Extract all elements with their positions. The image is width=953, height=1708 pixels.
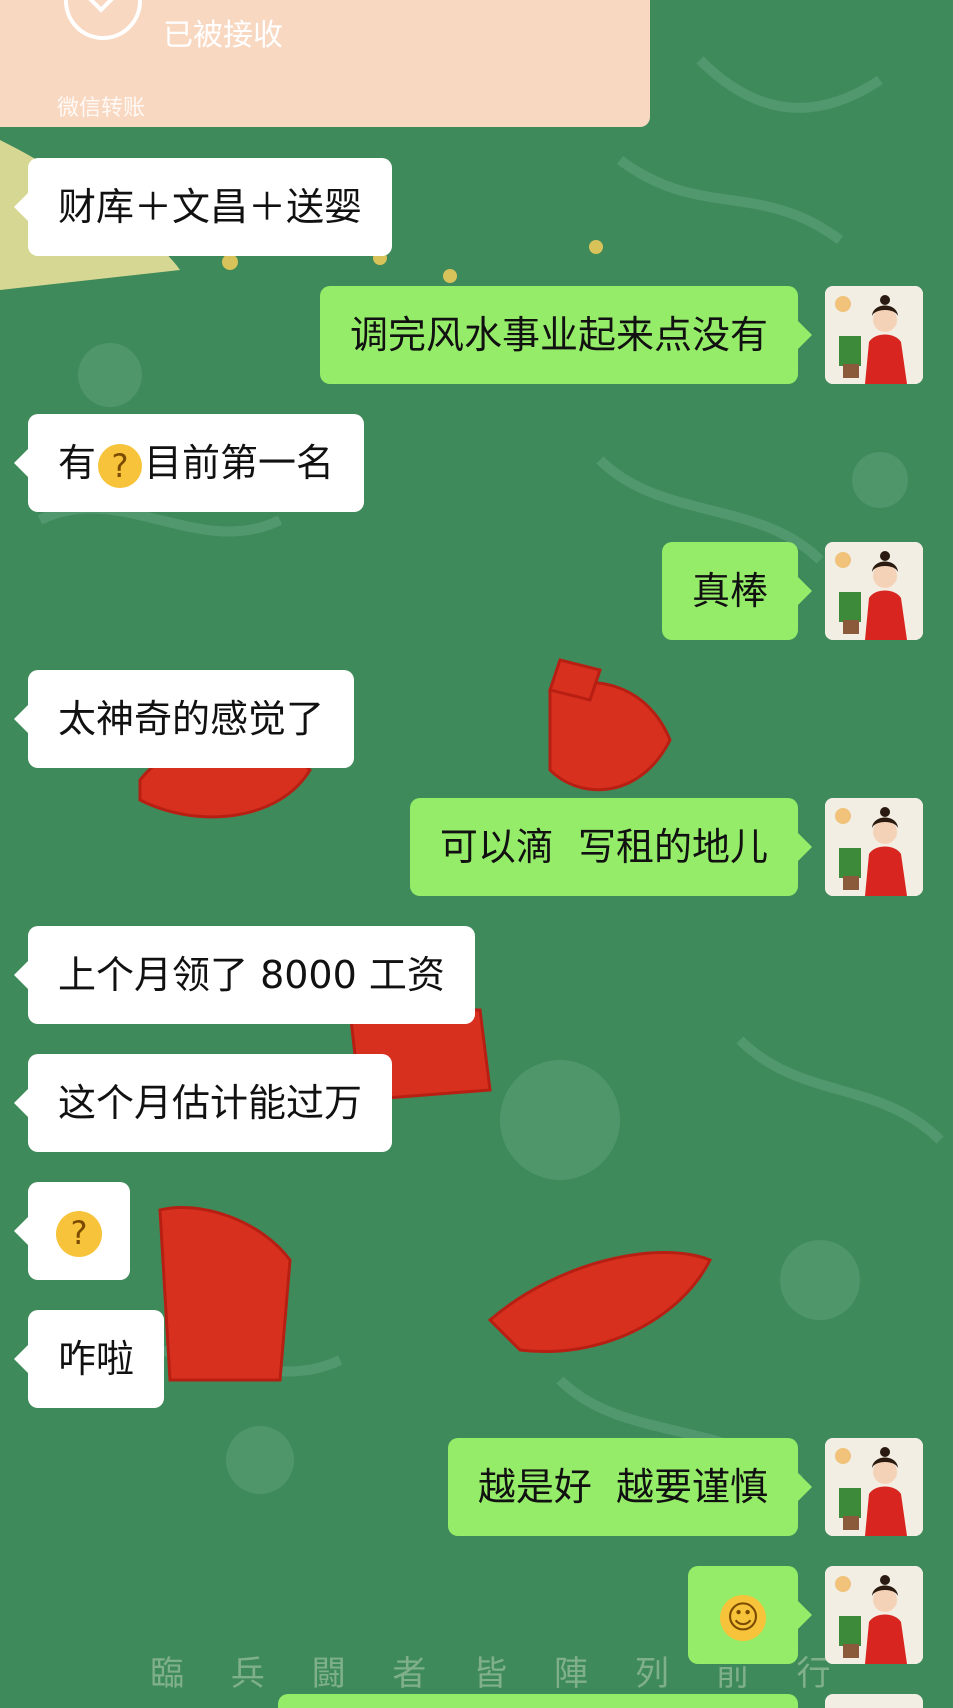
chat-area[interactable]: 已被接收 微信转账 财库＋文昌＋送婴 调完风水事业起来点没有 有? 目前第一名 真…	[0, 0, 953, 1708]
message-text: 太神奇的感觉了	[58, 697, 325, 741]
message-bubble-outgoing-partial[interactable]	[278, 1694, 798, 1708]
transfer-label: 微信转账	[57, 96, 146, 121]
avatar-image	[825, 1438, 923, 1536]
message-bubble-incoming[interactable]: 太神奇的感觉了	[13, 670, 355, 768]
avatar[interactable]	[825, 798, 923, 896]
message-bubble-outgoing[interactable]: ☺	[688, 1566, 812, 1664]
message-bubble-incoming[interactable]: ?	[14, 1182, 130, 1280]
avatar[interactable]	[825, 542, 923, 640]
thinking-face-emoji: ?	[98, 443, 143, 488]
message-text-after: 目前第一名	[144, 441, 335, 485]
avatar[interactable]	[825, 1438, 923, 1536]
check-circle-icon	[64, 0, 142, 40]
message-bubble-incoming[interactable]: 有? 目前第一名	[13, 414, 365, 512]
message-text: 真棒	[691, 569, 768, 613]
message-bubble-incoming[interactable]: 上个月领了 8000 工资	[14, 926, 475, 1024]
avatar-image	[825, 542, 923, 640]
message-text: 越是好 越要谨慎	[477, 1465, 768, 1509]
message-text: 财库＋文昌＋送婴	[58, 185, 363, 229]
message-bubble-outgoing[interactable]: 越是好 越要谨慎	[447, 1438, 813, 1536]
thinking-face-emoji: ?	[56, 1210, 102, 1257]
message-bubble-incoming[interactable]: 财库＋文昌＋送婴	[13, 158, 393, 256]
avatar-image	[825, 1566, 923, 1664]
avatar-partial[interactable]	[825, 1694, 923, 1708]
avatar[interactable]	[825, 1566, 923, 1664]
avatar[interactable]	[825, 286, 923, 384]
avatar-image	[825, 798, 923, 896]
message-text-before: 有	[58, 441, 97, 485]
wechat-transfer-card[interactable]: 已被接收 微信转账	[0, 0, 650, 127]
message-text: 调完风水事业起来点没有	[349, 313, 768, 357]
message-bubble-outgoing[interactable]: 可以滴 写租的地儿	[409, 798, 813, 896]
avatar-image	[825, 286, 923, 384]
message-bubble-incoming[interactable]: 这个月估计能过万	[13, 1054, 393, 1152]
message-bubble-outgoing[interactable]: 调完风水事业起来点没有	[319, 286, 813, 384]
message-text: 上个月领了 8000 工资	[58, 953, 445, 997]
message-text: 可以滴 写租的地儿	[439, 825, 768, 869]
message-text: 咋啦	[58, 1337, 135, 1381]
message-text: 这个月估计能过万	[58, 1081, 363, 1125]
transfer-status: 已被接收	[163, 18, 283, 53]
message-bubble-incoming[interactable]: 咋啦	[13, 1310, 165, 1408]
message-bubble-outgoing[interactable]: 真棒	[661, 542, 813, 640]
grinning-face-emoji: ☺	[720, 1594, 766, 1641]
